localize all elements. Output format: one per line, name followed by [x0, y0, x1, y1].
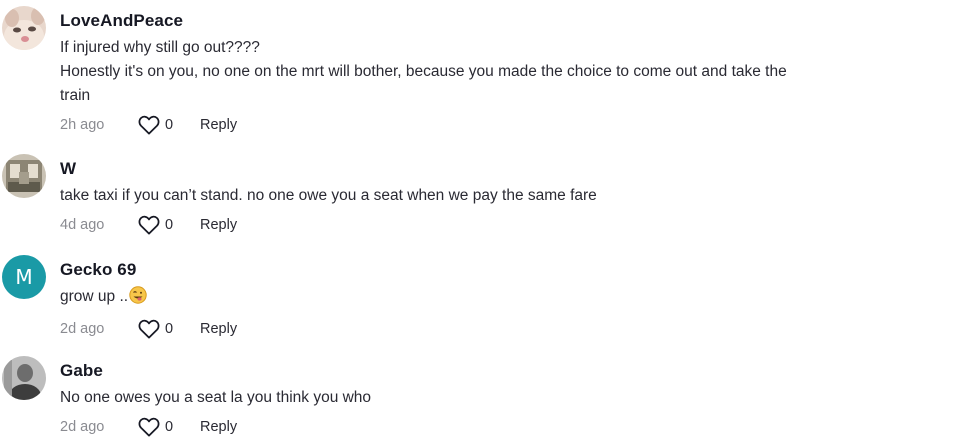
comment-meta: 2h ago 0 Reply — [60, 115, 940, 135]
reply-button[interactable]: Reply — [200, 117, 237, 133]
comment-meta: 2d ago 0 Reply — [60, 319, 940, 339]
heart-icon — [138, 215, 160, 235]
comment-content: LoveAndPeace If injured why still go out… — [60, 10, 940, 135]
timestamp: 2d ago — [60, 321, 105, 337]
comment-line: train — [60, 87, 91, 104]
username[interactable]: W — [60, 158, 940, 180]
avatar[interactable] — [2, 356, 46, 400]
timestamp: 2d ago — [60, 419, 105, 435]
reply-button[interactable]: Reply — [200, 419, 237, 435]
comment-line: grow up .. — [60, 288, 129, 305]
like-button[interactable]: 0 — [138, 115, 200, 135]
like-button[interactable]: 0 — [138, 319, 200, 339]
heart-icon — [138, 115, 160, 135]
comment-line: No one owes you a seat la you think you … — [60, 389, 372, 406]
timestamp: 4d ago — [60, 217, 105, 233]
comment-text: If injured why still go out???? Honestly… — [60, 36, 940, 108]
comment-content: W take taxi if you can’t stand. no one o… — [60, 158, 940, 235]
like-button[interactable]: 0 — [138, 215, 200, 235]
like-count: 0 — [165, 419, 174, 435]
avatar[interactable] — [2, 6, 46, 50]
like-count: 0 — [165, 321, 174, 337]
heart-icon — [138, 417, 160, 437]
comment-line: If injured why still go out???? — [60, 39, 260, 56]
username[interactable]: Gecko 69 — [60, 259, 940, 281]
grinning-tongue-emoji-icon — [129, 286, 147, 312]
username[interactable]: LoveAndPeace — [60, 10, 940, 32]
comment-text: grow up .. — [60, 285, 940, 312]
avatar[interactable]: M — [2, 255, 46, 299]
comment-content: Gecko 69 grow up .. 2d ago 0 Reply — [60, 259, 940, 339]
like-count: 0 — [165, 217, 174, 233]
comment-meta: 4d ago 0 Reply — [60, 215, 940, 235]
avatar[interactable] — [2, 154, 46, 198]
comment-text: No one owes you a seat la you think you … — [60, 386, 940, 410]
room-avatar-icon — [2, 154, 46, 198]
reply-button[interactable]: Reply — [200, 321, 237, 337]
username[interactable]: Gabe — [60, 360, 940, 382]
cat-avatar-icon — [2, 6, 46, 50]
comment-line: take taxi if you can’t stand. no one owe… — [60, 187, 597, 204]
comment-line: Honestly it's on you, no one on the mrt … — [60, 63, 787, 80]
heart-icon — [138, 319, 160, 339]
like-count: 0 — [165, 117, 174, 133]
timestamp: 2h ago — [60, 117, 105, 133]
comment-text: take taxi if you can’t stand. no one owe… — [60, 184, 940, 208]
person-avatar-icon — [2, 356, 46, 400]
like-button[interactable]: 0 — [138, 417, 200, 437]
comment-meta: 2d ago 0 Reply — [60, 417, 940, 437]
reply-button[interactable]: Reply — [200, 217, 237, 233]
comment-content: Gabe No one owes you a seat la you think… — [60, 360, 940, 437]
